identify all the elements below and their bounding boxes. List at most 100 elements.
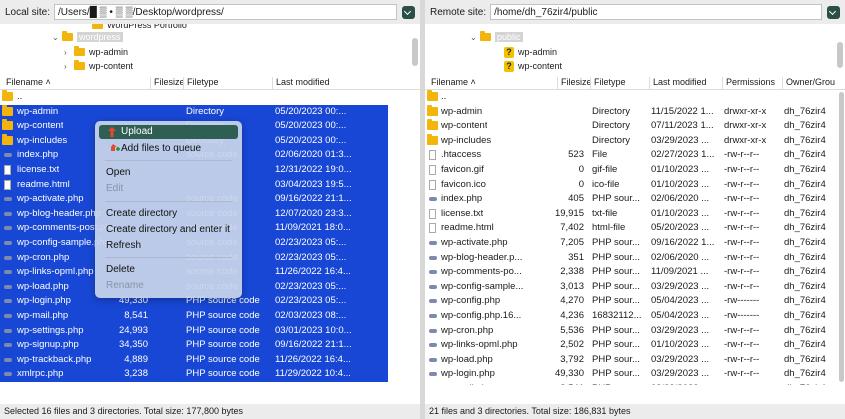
- upload-arrow-icon: [108, 127, 116, 137]
- remote-file-row[interactable]: ..: [425, 90, 845, 105]
- menu-item-upload[interactable]: Upload: [99, 125, 238, 139]
- remote-column-header[interactable]: Permissions: [722, 77, 775, 89]
- remote-cell-name: index.php: [441, 193, 483, 205]
- remote-file-row[interactable]: wp-config.php 4,270 PHP sour... 05/04/2023 …: [425, 294, 845, 309]
- local-tree-scrollbar[interactable]: [412, 38, 418, 66]
- remote-cell-size: 351: [568, 251, 584, 263]
- remote-file-row[interactable]: .htaccess 523 File 02/27/2023 1... -rw-r--r-…: [425, 148, 845, 163]
- menu-item-add-to-queue[interactable]: Add files to queue: [99, 142, 238, 156]
- remote-file-row[interactable]: wp-activate.php 7,205 PHP sour... 09/16/202…: [425, 236, 845, 251]
- remote-file-row[interactable]: license.txt 19,915 txt-file 01/10/2023 ... -…: [425, 207, 845, 222]
- remote-cell-owner: dh_76zir4: [784, 324, 826, 336]
- remote-cell-name: wp-includes: [441, 134, 492, 146]
- remote-cell-perm: -rw-r--r--: [724, 251, 760, 263]
- remote-cell-perm: -rw-r--r--: [724, 149, 760, 161]
- local-column-header[interactable]: Filesize: [150, 77, 185, 89]
- local-path-input[interactable]: /Users/█ ▒ • ▒ ▒/Desktop/wordpress/: [54, 4, 397, 20]
- remote-column-header[interactable]: Filename ˄: [428, 77, 476, 89]
- remote-cell-owner: dh_76zir4: [784, 149, 826, 161]
- folder-icon: [2, 90, 13, 101]
- php-file-icon: [429, 255, 437, 260]
- local-file-row[interactable]: ..: [0, 90, 420, 105]
- remote-file-row[interactable]: wp-config-sample... 3,013 PHP sour... 03/29…: [425, 280, 845, 295]
- local-tree-node[interactable]: ⌄ wordpress: [52, 30, 123, 44]
- remote-path-dropdown-button[interactable]: [827, 5, 840, 19]
- remote-file-row[interactable]: readme.html 7,402 html-file 05/20/2023 ... -…: [425, 221, 845, 236]
- remote-file-row[interactable]: wp-config.php.16... 4,236 16832112... 05/04…: [425, 309, 845, 324]
- remote-file-row[interactable]: wp-login.php 49,330 PHP sour... 03/29/2023 …: [425, 367, 845, 382]
- remote-tree-node[interactable]: ? wp-admin: [494, 45, 557, 59]
- folder-icon: [74, 60, 85, 70]
- local-cell-size: 34,350: [118, 339, 148, 351]
- remote-file-row[interactable]: favicon.gif 0 gif-file 01/10/2023 ... -rw-r-…: [425, 163, 845, 178]
- remote-file-row[interactable]: wp-cron.php 5,536 PHP sour... 03/29/2023 ..…: [425, 324, 845, 339]
- remote-cell-type: Directory: [592, 134, 631, 146]
- remote-file-row[interactable]: wp-links-opml.php 2,502 PHP sour... 01/10/2…: [425, 338, 845, 353]
- local-cell-modified: 11/29/2022 10:4...: [275, 368, 351, 380]
- remote-file-row[interactable]: wp-comments-po... 2,338 PHP sour... 11/09/2…: [425, 265, 845, 280]
- remote-cell-type: PHP sour...: [592, 353, 640, 365]
- menu-item-create-directory[interactable]: Create directory: [99, 207, 238, 221]
- remote-cell-perm: -rw-r--r--: [724, 324, 760, 336]
- menu-item-add-to-queue-label: Add files to queue: [121, 143, 202, 154]
- remote-cell-type: File: [592, 149, 608, 161]
- local-cell-type: PHP source code: [186, 368, 260, 380]
- remote-file-list[interactable]: wp-mail.php 8,541 PHP sour... 03/29/2023 ..…: [425, 90, 845, 385]
- local-cell-modified: 02/06/2020 01:3...: [275, 149, 352, 161]
- remote-cell-modified: 02/06/2020 ...: [651, 251, 710, 263]
- local-tree-node[interactable]: › wp-content: [64, 59, 133, 72]
- folder-icon: [427, 119, 438, 131]
- menu-item-delete[interactable]: Delete: [99, 263, 238, 277]
- chevron-icon[interactable]: ⌄: [470, 33, 480, 42]
- chevron-icon[interactable]: ›: [64, 48, 74, 57]
- menu-item-refresh[interactable]: Refresh: [99, 239, 238, 253]
- remote-tree-node[interactable]: ⌄ public: [470, 30, 523, 44]
- remote-file-row[interactable]: wp-mail.php 8,541 PHP sour... 03/29/2023 ..…: [425, 382, 845, 385]
- chevron-icon[interactable]: ⌄: [52, 33, 62, 42]
- remote-column-header[interactable]: Filetype: [590, 77, 626, 89]
- remote-cell-modified: 11/09/2021 ...: [651, 266, 709, 278]
- remote-cell-name: license.txt: [441, 207, 484, 219]
- remote-column-header[interactable]: Owner/Grou: [782, 77, 835, 89]
- local-file-row[interactable]: wp-admin Directory 05/20/2023 00:...: [0, 104, 388, 120]
- local-tree-node[interactable]: › wp-admin: [64, 45, 128, 59]
- local-column-header[interactable]: Filename ˄: [3, 77, 51, 89]
- remote-file-row[interactable]: wp-load.php 3,792 PHP sour... 03/29/2023 ..…: [425, 353, 845, 368]
- remote-file-row[interactable]: index.php 405 PHP sour... 02/06/2020 ... -rw…: [425, 192, 845, 207]
- local-directory-tree[interactable]: WordPress Portfolio ⌄ wordpress › wp-admin › w…: [0, 24, 420, 72]
- folder-icon: [427, 90, 438, 101]
- remote-site-bar: Remote site: /home/dh_76zir4/public: [425, 0, 845, 24]
- local-file-row[interactable]: xmlrpc.php 3,238 PHP source code 11/29/2022…: [0, 367, 388, 382]
- remote-cell-type: PHP sour...: [592, 383, 640, 385]
- remote-file-row[interactable]: wp-admin Directory 11/15/2022 1... drwxr-xr…: [425, 104, 845, 120]
- remote-directory-tree[interactable]: ⌄ public? wp-admin? wp-content: [425, 24, 845, 72]
- remote-cell-size: 4,236: [560, 310, 584, 321]
- remote-list-scrollbar[interactable]: [839, 92, 844, 382]
- remote-file-row[interactable]: wp-content Directory 07/11/2023 1... drwxr-…: [425, 119, 845, 134]
- menu-item-create-directory-enter[interactable]: Create directory and enter it: [99, 223, 238, 237]
- remote-file-row[interactable]: wp-includes Directory 03/29/2023 ... drwxr-…: [425, 133, 845, 149]
- local-file-row[interactable]: wp-signup.php 34,350 PHP source code 09/16/…: [0, 338, 388, 353]
- local-cell-modified: 02/23/2023 05:...: [275, 251, 347, 263]
- chevron-icon[interactable]: ›: [64, 62, 74, 71]
- remote-file-row[interactable]: favicon.ico 0 ico-file 01/10/2023 ... -rw-r-…: [425, 178, 845, 193]
- remote-file-row[interactable]: wp-blog-header.p... 351 PHP sour... 02/06/2…: [425, 251, 845, 266]
- local-column-header[interactable]: Last modified: [272, 77, 330, 89]
- remote-column-header[interactable]: Last modified: [649, 77, 707, 89]
- local-file-row[interactable]: wp-mail.php 8,541 PHP source code 02/03/202…: [0, 309, 388, 324]
- remote-cell-size: 8,541: [560, 383, 584, 385]
- local-status-bar: Selected 16 files and 3 directories. Tot…: [0, 404, 420, 419]
- local-cell-size: 4,889: [124, 353, 148, 365]
- local-path-dropdown-button[interactable]: [402, 5, 415, 19]
- remote-path-input[interactable]: /home/dh_76zir4/public: [490, 4, 822, 20]
- local-file-row[interactable]: wp-trackback.php 4,889 PHP source code 11/2…: [0, 352, 388, 368]
- local-file-row[interactable]: wp-settings.php 24,993 PHP source code 03/0…: [0, 323, 388, 339]
- menu-item-open[interactable]: Open: [99, 166, 238, 180]
- remote-tree-node[interactable]: ? wp-content: [494, 59, 562, 72]
- file-icon: [4, 179, 11, 190]
- local-cell-name: wp-includes: [17, 134, 68, 146]
- remote-cell-type: PHP sour...: [592, 280, 640, 292]
- local-column-header[interactable]: Filetype: [183, 77, 219, 89]
- remote-column-header[interactable]: Filesize: [557, 77, 592, 89]
- remote-tree-scrollbar[interactable]: [837, 42, 843, 68]
